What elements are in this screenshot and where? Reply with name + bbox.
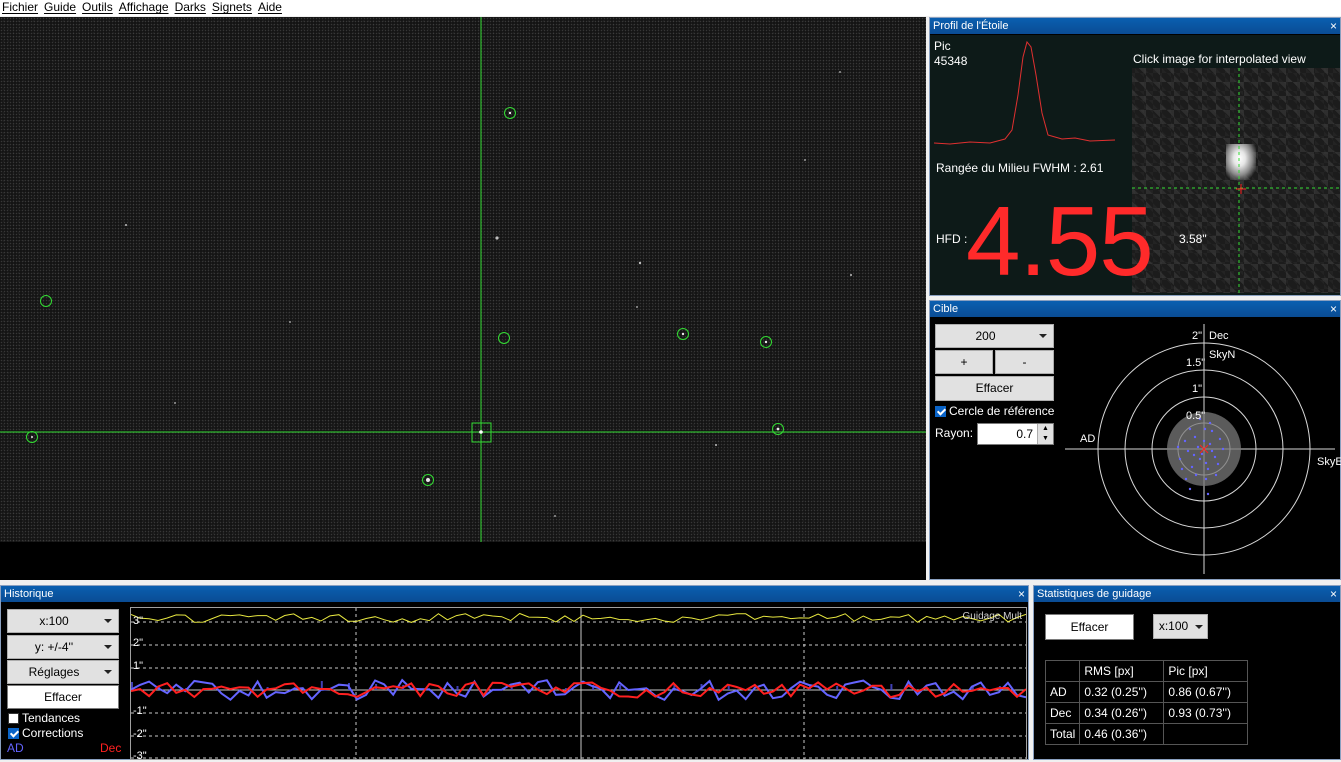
history-graph[interactable]: Guidage Mult 3" 2" 1" -1" -2" -3" — [130, 607, 1027, 762]
chevron-down-icon — [1039, 334, 1047, 338]
trends-label: Tendances — [22, 711, 81, 725]
dec-legend: Dec — [100, 741, 122, 755]
skye-label: SkyE — [1317, 456, 1341, 468]
ra-correction-bar — [456, 686, 459, 690]
chevron-down-icon — [104, 645, 112, 649]
stats-row-label: AD — [1044, 681, 1081, 703]
stats-row-label: Total — [1044, 723, 1081, 745]
stats-header-row: RMS [px] Pic [px] — [1044, 660, 1249, 682]
ring-label-1-5: 1.5" — [1186, 357, 1206, 369]
target-clear-button[interactable]: Effacer — [935, 376, 1054, 401]
camera-view[interactable] — [0, 17, 926, 580]
history-graph-svg — [131, 608, 1026, 759]
close-icon[interactable]: × — [1330, 586, 1337, 602]
star-thumbnail[interactable] — [1132, 68, 1340, 293]
multi-star-overlay-label: Guidage Mult — [962, 611, 1022, 622]
stats-header-blank — [1044, 660, 1081, 682]
radius-spinner[interactable]: 0.7 ▲ ▼ — [977, 423, 1054, 445]
corrections-checkbox[interactable] — [8, 728, 19, 739]
ring-label-0-5: 0.5" — [1186, 410, 1206, 422]
target-scale-dropdown[interactable]: 200 — [935, 324, 1054, 348]
dec-axis-label: Dec — [1209, 330, 1229, 342]
stats-header-peak: Pic [px] — [1163, 660, 1249, 682]
menu-affichage[interactable]: Affichage — [117, 0, 173, 16]
ra-correction-bar — [619, 685, 622, 690]
snr-line — [131, 612, 1026, 623]
y-label-minus-1: -1" — [133, 705, 147, 717]
profile-curve — [933, 40, 1116, 145]
menu-outils[interactable]: Outils — [80, 0, 117, 16]
target-pane: Cible × 200 + - Effacer Cercle de référe… — [929, 300, 1341, 580]
hfd-label: HFD : — [936, 232, 968, 246]
stats-table: RMS [px] Pic [px] AD 0.32 (0.25'') 0.86 … — [1044, 660, 1249, 745]
y-label-1: 1" — [133, 660, 144, 672]
guide-stats-pane: Statistiques de guidage × Effacer x:100 … — [1033, 585, 1341, 760]
menu-signets[interactable]: Signets — [210, 0, 256, 16]
y-label-3: 3" — [133, 615, 144, 627]
history-clear-button[interactable]: Effacer — [7, 685, 119, 709]
stats-header-rms: RMS [px] — [1079, 660, 1165, 682]
interpolated-hint: Click image for interpolated view — [1133, 52, 1306, 66]
ring-label-1: 1" — [1192, 383, 1203, 395]
menu-aide[interactable]: Aide — [256, 0, 286, 16]
table-row: AD 0.32 (0.25'') 0.86 (0.67'') — [1044, 681, 1249, 703]
reference-circle-checkbox[interactable] — [935, 406, 946, 417]
y-label-minus-3: -3" — [133, 750, 147, 762]
hfd-arcsec: 3.58" — [1179, 232, 1207, 246]
profile-body: Pic 45348 Click image for interpolated v… — [930, 35, 1340, 296]
history-y-scale-dropdown[interactable]: y: +/-4'' — [7, 635, 119, 659]
fwhm-text: Rangée du Milieu FWHM : 2.61 — [936, 161, 1104, 175]
close-icon[interactable]: × — [1018, 586, 1025, 602]
reference-circle-label: Cercle de référence — [949, 404, 1055, 418]
radius-label: Rayon: — [935, 426, 974, 440]
history-x-scale-dropdown[interactable]: x:100 — [7, 609, 119, 633]
star-profile-pane: Profil de l'Étoile × Pic 45348 Click ima… — [929, 17, 1341, 296]
stats-clear-button[interactable]: Effacer — [1045, 614, 1134, 640]
chevron-down-icon — [104, 670, 112, 674]
stats-rms-value: 0.32 (0.25'') — [1079, 681, 1165, 703]
chevron-down-icon — [1195, 624, 1203, 629]
zoom-out-button[interactable]: - — [995, 350, 1054, 374]
trends-checkbox[interactable] — [8, 713, 19, 724]
menu-darks[interactable]: Darks — [173, 0, 210, 16]
history-title: Historique × — [1, 586, 1028, 602]
stats-peak-value: 0.93 (0.73'') — [1163, 702, 1249, 724]
ring-label-2: 2" — [1192, 330, 1203, 342]
multi-star-markers — [26, 107, 784, 486]
ad-axis-label: AD — [1080, 433, 1096, 445]
history-settings-dropdown[interactable]: Réglages — [7, 660, 119, 684]
menu-fichier[interactable]: Fichier — [0, 0, 42, 16]
hfd-value: 4.55 — [966, 186, 1154, 296]
table-row: Total 0.46 (0.36'') — [1044, 723, 1249, 745]
guide-overlay — [0, 17, 926, 542]
target-title: Cible × — [930, 301, 1340, 317]
ra-correction-bar — [727, 686, 730, 690]
menu-guide[interactable]: Guide — [42, 0, 80, 16]
guide-stats-title: Statistiques de guidage × — [1034, 586, 1340, 602]
menu-bar: Fichier Guide Outils Affichage Darks Sig… — [0, 0, 1341, 16]
skyn-label: SkyN — [1209, 349, 1236, 361]
y-label-2: 2" — [133, 637, 144, 649]
stats-peak-value: 0.86 (0.67'') — [1163, 681, 1249, 703]
table-row: Dec 0.34 (0.26'') 0.93 (0.73'') — [1044, 702, 1249, 724]
star-profile-title: Profil de l'Étoile × — [930, 18, 1340, 34]
stats-rms-value: 0.34 (0.26'') — [1079, 702, 1165, 724]
ra-legend: AD — [7, 741, 24, 755]
radius-value[interactable]: 0.7 — [1016, 427, 1033, 441]
stats-x-scale-dropdown[interactable]: x:100 — [1153, 614, 1208, 639]
zoom-in-button[interactable]: + — [935, 350, 993, 374]
close-icon[interactable]: × — [1330, 18, 1337, 34]
stats-rms-value: 0.46 (0.36'') — [1079, 723, 1165, 745]
stats-peak-value — [1163, 723, 1249, 745]
stats-row-label: Dec — [1044, 702, 1081, 724]
history-pane: Historique × x:100 y: +/-4'' Réglages Ef… — [0, 585, 1029, 762]
close-icon[interactable]: × — [1330, 301, 1337, 317]
corrections-label: Corrections — [22, 726, 84, 740]
y-label-minus-2: -2" — [133, 728, 147, 740]
ra-correction-bar — [836, 686, 839, 690]
spin-up-icon[interactable]: ▲ — [1037, 424, 1053, 434]
spin-down-icon[interactable]: ▼ — [1037, 434, 1053, 444]
ra-correction-bar — [890, 684, 893, 690]
chevron-down-icon — [104, 619, 112, 623]
